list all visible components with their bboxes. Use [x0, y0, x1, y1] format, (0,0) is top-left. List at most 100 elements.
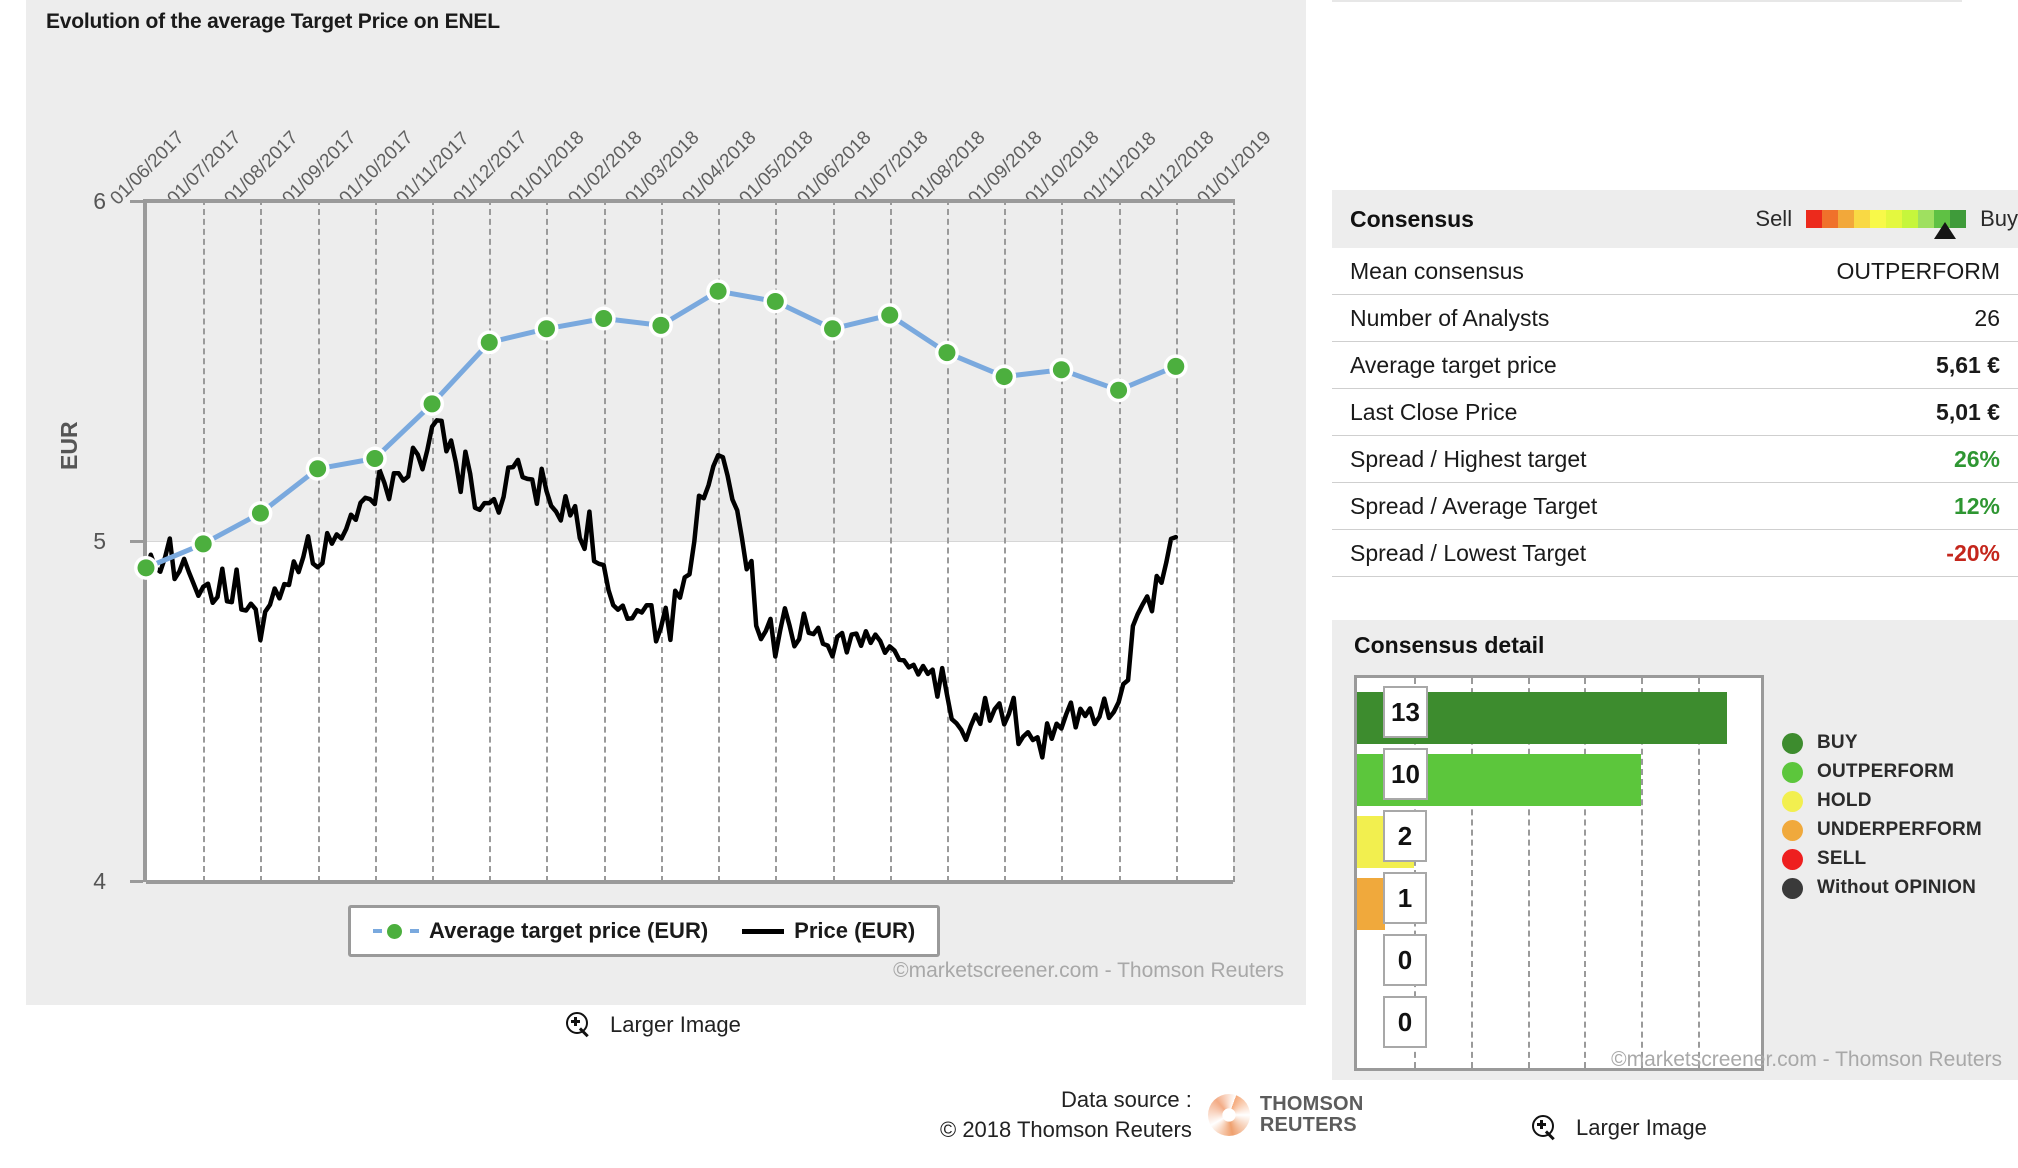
target-price-marker — [537, 320, 555, 338]
legend-label-price: Price (EUR) — [794, 918, 916, 943]
gauge-marker-icon — [1934, 222, 1957, 239]
consensus-row-label: Last Close Price — [1350, 398, 1518, 425]
y-tick-4: 4 — [93, 868, 106, 894]
consensus-row-value: 26 — [1974, 304, 2000, 331]
data-source-line-2: © 2018 Thomson Reuters — [940, 1117, 1192, 1143]
chart-credit: ©marketscreener.com - Thomson Reuters — [893, 959, 1284, 982]
consensus-table-header: Consensus Sell Buy — [1332, 190, 2018, 248]
consensus-detail-legend-row: BUY — [1782, 732, 1982, 754]
target-price-marker — [1110, 381, 1128, 399]
y-tick-mark-5 — [130, 540, 143, 543]
target-price-marker — [423, 395, 441, 413]
target-price-marker — [480, 333, 498, 351]
target-price-marker — [595, 310, 613, 328]
target-price-chart-panel: Evolution of the average Target Price on… — [26, 0, 1306, 1005]
data-source-block: Data source : © 2018 Thomson Reuters THO… — [940, 1085, 1363, 1146]
target-price-marker — [366, 450, 384, 468]
consensus-detail-legend-row: HOLD — [1782, 790, 1982, 812]
gauge-bar — [1806, 210, 1967, 239]
consensus-detail-bar — [1357, 878, 1386, 930]
legend-color-dot-icon — [1782, 819, 1803, 841]
consensus-row-label: Average target price — [1350, 351, 1557, 378]
price-line — [143, 418, 1179, 760]
consensus-detail-credit: ©marketscreener.com - Thomson Reuters — [1611, 1048, 2002, 1071]
legend-label: HOLD — [1817, 790, 1872, 811]
top-divider — [1332, 0, 1962, 2]
consensus-row-label: Spread / Highest target — [1350, 445, 1587, 472]
consensus-detail-bar-row: 10 — [1357, 748, 1642, 806]
consensus-detail-legend: BUY OUTPERFORM HOLD UNDERPERFORM SELL Without… — [1782, 732, 1982, 906]
legend-entry-price: Price (EUR) — [742, 918, 915, 944]
consensus-row-value: -20% — [1946, 539, 2000, 566]
consensus-detail-legend-row: UNDERPERFORM — [1782, 819, 1982, 841]
y-tick-5: 5 — [93, 528, 106, 554]
consensus-rows: Mean consensus OUTPERFORM Number of Analys… — [1332, 248, 2018, 577]
consensus-detail-bar-value: 10 — [1383, 748, 1428, 800]
larger-image-link-detail[interactable]: Larger Image — [1532, 1115, 1707, 1141]
consensus-row-value: 26% — [1953, 445, 2000, 472]
zoom-in-magnifier-icon — [566, 1012, 592, 1038]
dotted-line-marker-icon — [373, 924, 419, 939]
consensus-detail-legend-row: SELL — [1782, 848, 1982, 870]
larger-image-link-chart[interactable]: Larger Image — [566, 1012, 741, 1038]
legend-label: BUY — [1817, 732, 1858, 753]
page-title: Evolution of the average Target Price on… — [46, 10, 500, 33]
legend-entry-target-price: Average target price (EUR) — [373, 918, 708, 944]
series-layer — [134, 279, 1188, 760]
plot-area — [134, 199, 1235, 884]
data-source-line-1: Data source : — [1061, 1087, 1192, 1112]
consensus-row: Spread / Highest target 26% — [1332, 436, 2018, 483]
y-axis-label: EUR — [56, 421, 82, 470]
target-price-marker — [1052, 361, 1070, 379]
y-tick-mark-4 — [130, 880, 143, 883]
target-price-marker — [1167, 357, 1185, 375]
consensus-row-label: Number of Analysts — [1350, 304, 1550, 331]
consensus-detail-bar-value: 1 — [1383, 872, 1427, 924]
right-column: Consensus Sell Buy Mean consensus OUTPERF… — [1332, 0, 2018, 1168]
consensus-detail-bar-value: 2 — [1383, 810, 1427, 862]
target-price-marker — [137, 559, 155, 577]
consensus-row-value: 5,61 € — [1936, 351, 2000, 378]
legend-label: SELL — [1817, 848, 1867, 869]
gauge-label-sell: Sell — [1755, 206, 1793, 231]
consensus-row-label: Spread / Lowest Target — [1350, 539, 1587, 566]
y-tick-mark-6 — [130, 200, 143, 203]
legend-label: OUTPERFORM — [1817, 761, 1955, 782]
solid-line-icon — [742, 928, 785, 934]
target-price-marker — [995, 368, 1013, 386]
legend-color-dot-icon — [1782, 877, 1803, 899]
consensus-detail-bar-value: 0 — [1383, 934, 1427, 986]
target-price-marker — [309, 460, 327, 478]
consensus-detail-bar-value: 13 — [1383, 686, 1428, 738]
legend-color-dot-icon — [1782, 848, 1803, 870]
target-price-marker — [709, 282, 727, 300]
chart-legend: Average target price (EUR) Price (EUR) — [348, 905, 941, 957]
legend-label-target-price: Average target price (EUR) — [429, 918, 709, 943]
target-price-marker — [652, 316, 670, 334]
consensus-detail-bar-row: 1 — [1357, 872, 1427, 930]
consensus-title: Consensus — [1350, 205, 1474, 232]
consensus-table: Consensus Sell Buy Mean consensus OUTPERF… — [1332, 190, 2018, 577]
target-price-marker — [881, 306, 899, 324]
larger-image-label-detail: Larger Image — [1576, 1115, 1707, 1140]
consensus-gauge: Sell Buy — [1755, 206, 2018, 239]
gauge-label-buy: Buy — [1980, 206, 2018, 231]
zoom-in-magnifier-icon — [1532, 1115, 1558, 1141]
consensus-detail-panel: Consensus detail 13 10 2 1 0 0 BUY OUTPERFORM H… — [1332, 620, 2018, 1080]
legend-label: Without OPINION — [1817, 877, 1977, 898]
consensus-row-value: 12% — [1953, 492, 2000, 519]
larger-image-label-chart: Larger Image — [610, 1012, 741, 1037]
consensus-detail-chart: 13 10 2 1 0 0 — [1354, 675, 1764, 1071]
average-target-price-markers — [134, 279, 1188, 580]
target-price-marker — [251, 504, 269, 522]
consensus-row-label: Mean consensus — [1350, 257, 1524, 284]
consensus-row: Last Close Price 5,01 € — [1332, 389, 2018, 436]
consensus-detail-title: Consensus detail — [1354, 632, 1545, 658]
consensus-row: Spread / Lowest Target -20% — [1332, 530, 2018, 577]
consensus-row: Average target price 5,61 € — [1332, 342, 2018, 389]
thomson-reuters-swirl-icon — [1207, 1094, 1250, 1137]
consensus-detail-bar-row: 13 — [1357, 686, 1727, 744]
consensus-row-value: 5,01 € — [1936, 398, 2000, 425]
legend-color-dot-icon — [1782, 761, 1803, 783]
consensus-row-value: OUTPERFORM — [1836, 257, 2000, 284]
